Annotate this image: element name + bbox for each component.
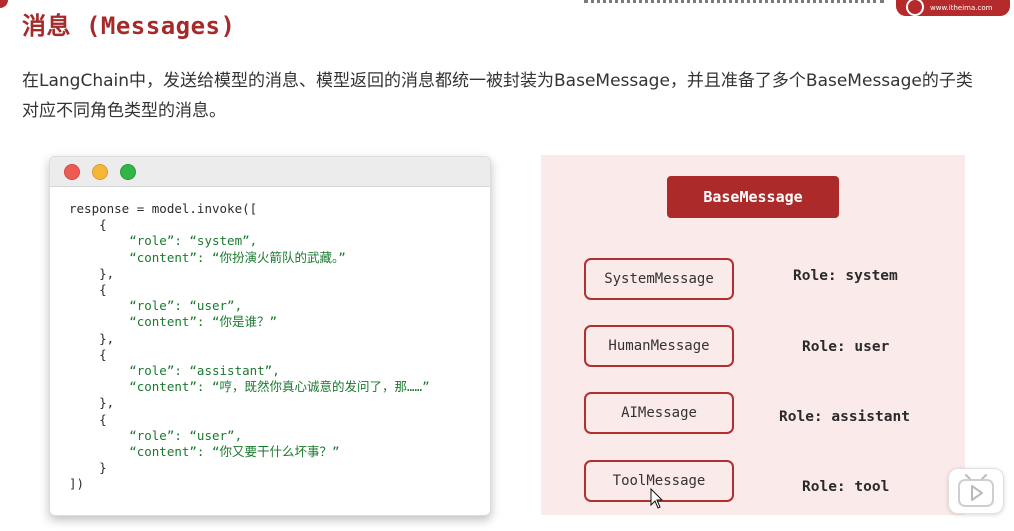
play-icon	[958, 474, 994, 507]
corner-decoration	[0, 0, 8, 8]
code-line: },	[69, 395, 115, 411]
code-line: },	[69, 330, 115, 346]
close-dot-icon	[64, 163, 80, 180]
code-line: “role”: “user”,	[69, 427, 243, 443]
code-line: “role”: “system”,	[69, 233, 258, 249]
assistant-role-label: Role: assistant	[779, 409, 910, 425]
code-window: response = model.invoke([ { “role”: “sys…	[49, 156, 491, 516]
logo-mark-icon	[906, 0, 924, 16]
system-role-label: Role: system	[793, 268, 898, 284]
top-annotation-scribble	[584, 0, 884, 9]
video-play-button[interactable]	[948, 468, 1004, 514]
code-line: ])	[69, 476, 85, 492]
base-message-box: BaseMessage	[667, 176, 839, 218]
message-class-diagram: BaseMessage SystemMessage Role: system H…	[541, 155, 965, 515]
maximize-dot-icon	[120, 163, 136, 180]
user-role-label: Role: user	[802, 339, 890, 355]
minimize-dot-icon	[92, 163, 108, 180]
code-line: “content”: “你扮演火箭队的武藏。”	[69, 249, 346, 265]
code-block: response = model.invoke([ { “role”: “sys…	[50, 187, 490, 493]
code-line: {	[69, 346, 107, 362]
human-message-box: HumanMessage	[584, 325, 734, 367]
code-line: {	[69, 282, 107, 298]
mouse-pointer-icon	[650, 488, 664, 509]
code-line: “content”: “哼，既然你真心诚意的发问了，那……”	[69, 379, 430, 395]
code-line: “role”: “user”,	[69, 298, 243, 314]
brand-logo: www.itheima.com	[896, 0, 1010, 16]
intro-paragraph: 在LangChain中，发送给模型的消息、模型返回的消息都统一被封装为BaseM…	[22, 71, 973, 121]
page-title: 消息 (Messages)	[22, 12, 236, 40]
system-message-box: SystemMessage	[584, 258, 734, 300]
code-line: {	[69, 411, 107, 427]
code-line: “content”: “你又要干什么坏事？”	[69, 444, 340, 460]
code-line: {	[69, 217, 107, 233]
code-window-titlebar	[50, 157, 490, 187]
code-line: “content”: “你是谁？”	[69, 314, 278, 330]
logo-text: www.itheima.com	[930, 4, 993, 12]
code-line: response = model.invoke([	[69, 201, 258, 216]
code-line: },	[69, 265, 115, 281]
code-line: “role”: “assistant”,	[69, 363, 280, 379]
ai-message-box: AIMessage	[584, 392, 734, 434]
code-line: }	[69, 460, 107, 476]
